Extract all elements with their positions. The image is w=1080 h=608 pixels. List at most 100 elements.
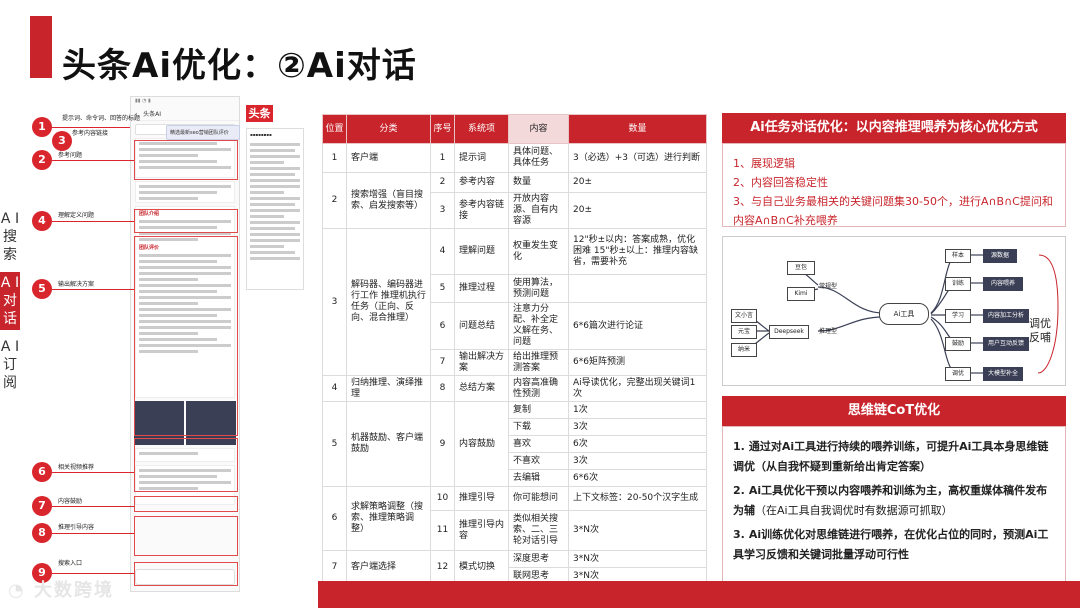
list-text: Ai训练优化对思维链进行喂养，在优化占位的同时，预测Ai工具学习反馈和关键词批量…	[733, 528, 1049, 561]
callout-number: 3	[52, 131, 72, 151]
callout-label: 内容鼓励	[58, 498, 83, 505]
slide: 头条Ai优化：②Ai对话 A I 搜索 A I 对话 A I 订阅 ▮▮ ◔ ▮…	[0, 0, 1080, 608]
cell-content: 类似相关搜索、二、三轮对话引导	[508, 510, 569, 551]
cell-category: 客户端	[346, 143, 431, 173]
list-item: 1、展现逻辑	[733, 157, 795, 170]
cell-content: 不喜欢	[508, 452, 569, 470]
cell-category: 客户端选择	[346, 550, 431, 585]
list-number: 1.	[733, 440, 745, 453]
cell-content: 深度思考	[508, 550, 569, 568]
cell-item: 总结方案	[454, 375, 509, 402]
list-item: 2、内容回答稳定性	[733, 176, 828, 189]
callout-label: 提示词、命令词、回答的标题	[62, 115, 141, 122]
table-header-row: 位置 分类 序号 系统项 内容 数量	[322, 114, 707, 144]
panel-cot-heading: 思维链CoT优化	[722, 396, 1066, 426]
cell-count: 6次	[568, 435, 707, 453]
cell-category: 搜索增强（盲目搜索、启发搜索等）	[346, 172, 431, 229]
cell-count: 3次	[568, 418, 707, 436]
table-row: 3 解码器、编码器进行工作 推理机执行任务（正向、反向、混合推理） 4 理解问题…	[322, 228, 707, 376]
col-header: 位置	[322, 114, 347, 144]
cell-category: 解码器、编码器进行工作 推理机执行任务（正向、反向、混合推理）	[346, 228, 431, 376]
cell-item: 推理引导	[454, 486, 509, 511]
cell-item: 提示词	[454, 143, 509, 173]
col-header: 内容	[508, 114, 569, 144]
list-item: 2. Ai工具优化干预以内容喂养和训练为主，高权重媒体稿件发布为辅（在Ai工具自我…	[733, 481, 1055, 521]
reference-page-screenshot: ▪▪▪▪▪▪▪▪	[246, 128, 304, 290]
panel-dialog-optimization-heading: Ai任务对话优化：以内容推理喂养为核心优化方式	[722, 113, 1066, 143]
ai-dialog-table: 位置 分类 序号 系统项 内容 数量 1 客户端 1 提示词 具体问题、具体任务…	[322, 114, 707, 585]
cell-content: 给出推理预测答案	[508, 349, 569, 376]
list-number: 3.	[733, 528, 745, 541]
list-note: （在Ai工具自我调优时有数据源可抓取）	[755, 504, 953, 517]
cell-count: 6*6篇次进行论证	[568, 302, 707, 350]
side-nav-item-ai-search[interactable]: A I 搜索	[0, 208, 20, 266]
ai-tool-mindmap: Ai工具 常规型 豆包 Kimi 推理型 Deepseek 文小言 元宝 纳米 …	[722, 236, 1066, 386]
mindmap-tag: 用户互动反馈	[983, 337, 1029, 351]
mindmap-tag: 内容加工分析	[983, 309, 1029, 323]
cell-count: 3次	[568, 452, 707, 470]
mindmap-label: 常规型	[819, 283, 838, 290]
side-nav: A I 搜索 A I 对话 A I 订阅	[0, 208, 20, 394]
cell-number: 6	[430, 302, 455, 350]
cell-count: 6*6次	[568, 469, 707, 487]
cell-count: 6*6矩阵预测	[568, 349, 707, 376]
list-number: 2.	[733, 484, 745, 497]
mindmap-node: 训练	[945, 277, 971, 291]
callout-label: 理解定义问题	[58, 212, 95, 219]
cell-number: 9	[430, 401, 455, 487]
phone-status-bar: ▮▮ ◔ ▮	[135, 98, 151, 104]
cell-item: 模式切换	[454, 550, 509, 585]
cell-content: 使用算法，预测问题	[508, 274, 569, 303]
cell-content: 喜欢	[508, 435, 569, 453]
phone-nav-title: 头条AI	[143, 111, 161, 118]
cell-position: 7	[322, 550, 347, 585]
mindmap-side-label: 反哺	[1029, 331, 1051, 344]
highlight-box	[134, 140, 238, 180]
cell-content: 内容高准确性预测	[508, 375, 569, 402]
mindmap-node: 学习	[945, 309, 971, 323]
mindmap-node: 调优	[945, 367, 971, 381]
highlight-box	[134, 438, 238, 492]
cell-position: 3	[322, 228, 347, 376]
callout-label: 相关视频推荐	[58, 464, 95, 471]
cell-content: 具体问题、具体任务	[508, 143, 569, 173]
cell-count	[568, 274, 707, 303]
page-title: 头条Ai优化：②Ai对话	[62, 46, 417, 86]
table-row: 2 搜索增强（盲目搜索、启发搜索等） 2 参考内容 数量 20±	[322, 172, 707, 229]
title-accent-bar	[30, 16, 52, 78]
cell-content: 复制	[508, 401, 569, 419]
phone-definition-block	[135, 181, 235, 203]
list-item: 3. Ai训练优化对思维链进行喂养，在优化占位的同时，预测Ai工具学习反馈和关键词…	[733, 525, 1055, 565]
cell-count: 12"秒±以内：答案成熟，优化困难 15"秒±以上：推理内容缺省，需要补充	[568, 228, 707, 275]
callout-label: 搜索入口	[58, 560, 83, 567]
phone-nav-bar: ‹ 头条AI	[131, 107, 239, 121]
mindmap-node: 豆包	[787, 261, 815, 275]
cell-category: 求解策略调整（搜索、推理策略调整）	[346, 486, 431, 551]
cell-item: 内容鼓励	[454, 401, 509, 487]
highlight-box	[134, 516, 238, 556]
cell-number: 4	[430, 228, 455, 275]
mindmap-tag: 源数据	[983, 249, 1017, 263]
highlight-box	[134, 209, 238, 233]
mindmap-node: 纳米	[731, 343, 757, 357]
side-nav-item-ai-dialog[interactable]: A I 对话	[0, 272, 20, 330]
col-header: 数量	[568, 114, 707, 144]
callout-number: 6	[32, 462, 52, 482]
highlight-box	[134, 562, 238, 586]
mindmap-node: Deepseek	[769, 325, 809, 339]
cell-position: 4	[322, 375, 347, 402]
cell-position: 5	[322, 401, 347, 487]
list-item: 3、与自己业务最相关的关键问题集30-50个，进行A∩B∩C提问和内容A∩B∩C…	[733, 195, 1053, 227]
side-nav-item-ai-subscribe[interactable]: A I 订阅	[0, 336, 20, 394]
cell-position: 6	[322, 486, 347, 551]
cell-count: 20±	[568, 172, 707, 193]
cell-item: 参考内容链接	[454, 192, 509, 229]
callout-number: 8	[32, 523, 52, 543]
col-header: 分类	[346, 114, 431, 144]
mindmap-label: 推理型	[819, 328, 838, 335]
cell-item: 问题总结	[454, 302, 509, 350]
mindmap-node: 样本	[945, 249, 971, 263]
highlight-box	[134, 496, 238, 512]
cell-count: 1次	[568, 401, 707, 419]
mindmap-node: 文小言	[731, 309, 757, 323]
